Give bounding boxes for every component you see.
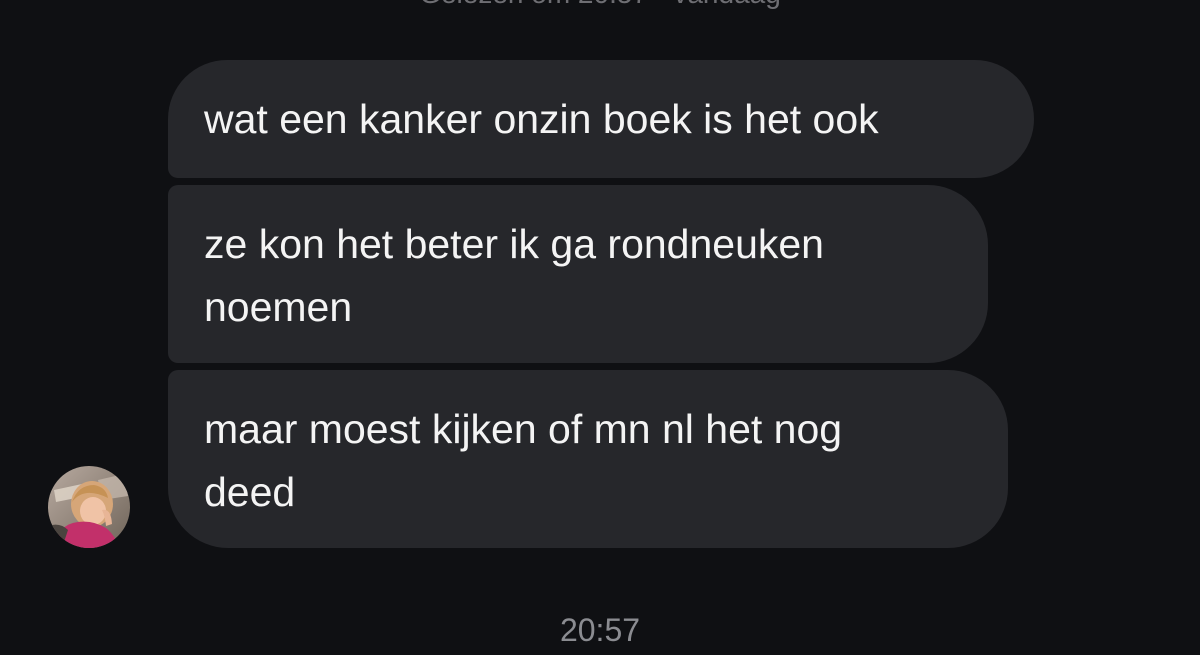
message-text: wat een kanker onzin boek is het ook [204, 96, 879, 142]
message-text-line-1: ze kon het beter ik ga rondneuken [204, 221, 824, 267]
message-timestamp: 20:57 [559, 612, 641, 648]
avatar[interactable] [48, 466, 130, 548]
avatar-photo-icon [48, 466, 130, 548]
message-text-line-1: maar moest kijken of mn nl het nog [204, 406, 843, 452]
message-bubble-3[interactable]: maar moest kijken of mn nl het nog deed [168, 370, 1008, 548]
header-status-text: Gelezen om 20:57 • vandaag [0, 0, 1200, 10]
message-text-line-2: noemen [204, 284, 353, 330]
message-text-line-2: deed [204, 469, 296, 515]
message-bubble-1[interactable]: wat een kanker onzin boek is het ook [168, 60, 1034, 178]
message-bubble-2[interactable]: ze kon het beter ik ga rondneuken noemen [168, 185, 988, 363]
